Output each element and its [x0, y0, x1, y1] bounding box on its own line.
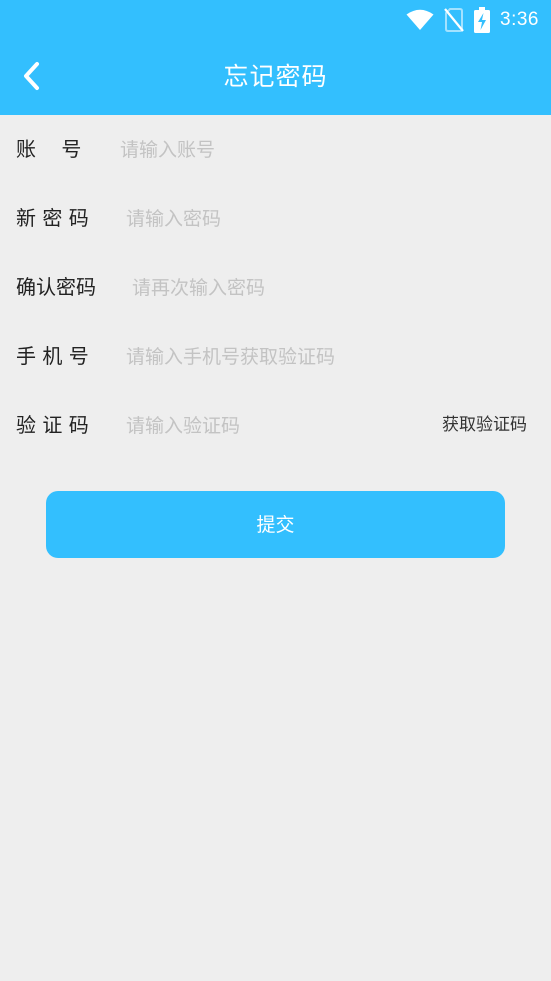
app-header: 3:36 忘记密码 [0, 0, 551, 115]
account-label: 账 号 [16, 137, 82, 161]
verify-code-input[interactable] [126, 403, 416, 448]
get-code-button[interactable]: 获取验证码 [442, 391, 527, 460]
toolbar: 忘记密码 [0, 38, 551, 115]
new-password-input[interactable] [126, 196, 520, 241]
back-button[interactable] [14, 56, 50, 96]
new-password-row: 新 密 码 [0, 184, 551, 253]
battery-charging-icon [474, 7, 491, 33]
status-bar: 3:36 [0, 0, 551, 38]
confirm-password-label: 确认密码 [16, 275, 96, 299]
new-password-label: 新 密 码 [16, 206, 89, 230]
verify-code-row: 验 证 码 获取验证码 [0, 391, 551, 460]
phone-input[interactable] [126, 334, 520, 379]
no-sim-icon [444, 8, 464, 32]
account-input[interactable] [120, 127, 520, 172]
verify-code-label: 验 证 码 [16, 413, 89, 437]
confirm-password-row: 确认密码 [0, 253, 551, 322]
page-title: 忘记密码 [223, 62, 328, 91]
chevron-left-icon [22, 61, 42, 91]
wifi-icon [406, 9, 434, 31]
phone-row: 手 机 号 [0, 322, 551, 391]
confirm-password-input[interactable] [132, 265, 520, 310]
submit-button[interactable]: 提交 [46, 491, 505, 558]
phone-label: 手 机 号 [16, 344, 89, 368]
status-icons: 3:36 [406, 7, 539, 33]
account-row: 账 号 [0, 115, 551, 184]
status-time: 3:36 [500, 9, 539, 30]
